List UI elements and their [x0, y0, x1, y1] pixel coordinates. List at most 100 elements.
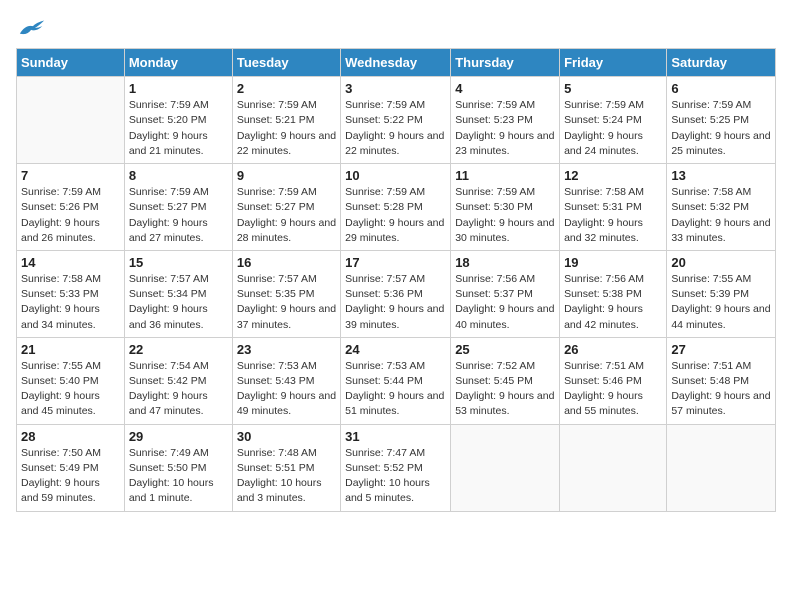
calendar-cell: 8Sunrise: 7:59 AMSunset: 5:27 PMDaylight… [124, 164, 232, 251]
weekday-header-saturday: Saturday [667, 49, 776, 77]
day-info: Sunrise: 7:58 AMSunset: 5:33 PMDaylight:… [21, 272, 120, 333]
day-number: 8 [129, 168, 228, 183]
daylight-label: Daylight: 9 hours and 37 minutes. [237, 303, 336, 330]
daylight-label: Daylight: 9 hours and 26 minutes. [21, 217, 100, 244]
sunrise-label: Sunrise: 7:53 AM [237, 360, 317, 372]
day-number: 12 [564, 168, 662, 183]
day-info: Sunrise: 7:59 AMSunset: 5:27 PMDaylight:… [129, 185, 228, 246]
sunset-label: Sunset: 5:33 PM [21, 288, 99, 300]
calendar-week-3: 14 Sunrise: 7:58 AMSunset: 5:33 PMDayligh… [17, 250, 776, 337]
sunrise-label: Sunrise: 7:59 AM [129, 99, 209, 111]
sunset-label: Sunset: 5:22 PM [345, 114, 423, 126]
calendar-week-4: 21Sunrise: 7:55 AMSunset: 5:40 PMDayligh… [17, 337, 776, 424]
day-info: Sunrise: 7:48 AMSunset: 5:51 PMDaylight:… [237, 446, 336, 507]
calendar-cell: 17Sunrise: 7:57 AMSunset: 5:36 PMDayligh… [341, 250, 451, 337]
sunrise-label: Sunrise: 7:59 AM [455, 99, 535, 111]
weekday-header-tuesday: Tuesday [232, 49, 340, 77]
calendar-cell: 9 Sunrise: 7:59 AMSunset: 5:27 PMDaylight… [232, 164, 340, 251]
sunset-label: Sunset: 5:37 PM [455, 288, 533, 300]
daylight-label: Daylight: 9 hours and 49 minutes. [237, 390, 336, 417]
sunset-label: Sunset: 5:46 PM [564, 375, 642, 387]
sunrise-label: Sunrise: 7:59 AM [21, 186, 101, 198]
sunrise-label: Sunrise: 7:55 AM [21, 360, 101, 372]
daylight-label: Daylight: 9 hours and 59 minutes. [21, 477, 100, 504]
calendar-week-1: 1Sunrise: 7:59 AMSunset: 5:20 PMDaylight… [17, 77, 776, 164]
day-info: Sunrise: 7:58 AMSunset: 5:32 PMDaylight:… [671, 185, 771, 246]
calendar-cell: 6Sunrise: 7:59 AMSunset: 5:25 PMDaylight… [667, 77, 776, 164]
daylight-label: Daylight: 9 hours and 22 minutes. [345, 130, 444, 157]
sunset-label: Sunset: 5:23 PM [455, 114, 533, 126]
day-number: 15 [129, 255, 228, 270]
day-info: Sunrise: 7:59 AMSunset: 5:22 PMDaylight:… [345, 98, 446, 159]
day-number: 19 [564, 255, 662, 270]
sunset-label: Sunset: 5:25 PM [671, 114, 749, 126]
sunrise-label: Sunrise: 7:49 AM [129, 447, 209, 459]
calendar-cell [560, 424, 667, 511]
sunset-label: Sunset: 5:39 PM [671, 288, 749, 300]
weekday-header-monday: Monday [124, 49, 232, 77]
weekday-header-wednesday: Wednesday [341, 49, 451, 77]
calendar-cell: 23Sunrise: 7:53 AMSunset: 5:43 PMDayligh… [232, 337, 340, 424]
calendar-cell: 19Sunrise: 7:56 AMSunset: 5:38 PMDayligh… [560, 250, 667, 337]
sunset-label: Sunset: 5:38 PM [564, 288, 642, 300]
daylight-label: Daylight: 9 hours and 34 minutes. [21, 303, 100, 330]
day-number: 3 [345, 81, 446, 96]
day-number: 18 [455, 255, 555, 270]
sunset-label: Sunset: 5:35 PM [237, 288, 315, 300]
logo [16, 16, 46, 40]
header [16, 16, 776, 40]
calendar-cell [667, 424, 776, 511]
day-number: 9 [237, 168, 336, 183]
daylight-label: Daylight: 9 hours and 36 minutes. [129, 303, 208, 330]
weekday-header-thursday: Thursday [451, 49, 560, 77]
daylight-label: Daylight: 9 hours and 42 minutes. [564, 303, 643, 330]
day-info: Sunrise: 7:59 AMSunset: 5:28 PMDaylight:… [345, 185, 446, 246]
day-number: 5 [564, 81, 662, 96]
calendar-cell: 15Sunrise: 7:57 AMSunset: 5:34 PMDayligh… [124, 250, 232, 337]
day-number: 6 [671, 81, 771, 96]
calendar-cell: 3 Sunrise: 7:59 AMSunset: 5:22 PMDaylight… [341, 77, 451, 164]
sunset-label: Sunset: 5:34 PM [129, 288, 207, 300]
sunset-label: Sunset: 5:31 PM [564, 201, 642, 213]
day-number: 14 [21, 255, 120, 270]
daylight-label: Daylight: 9 hours and 57 minutes. [671, 390, 770, 417]
day-number: 27 [671, 342, 771, 357]
calendar-week-5: 28Sunrise: 7:50 AMSunset: 5:49 PMDayligh… [17, 424, 776, 511]
daylight-label: Daylight: 9 hours and 33 minutes. [671, 217, 770, 244]
sunrise-label: Sunrise: 7:54 AM [129, 360, 209, 372]
sunrise-label: Sunrise: 7:57 AM [345, 273, 425, 285]
daylight-label: Daylight: 9 hours and 29 minutes. [345, 217, 444, 244]
sunset-label: Sunset: 5:21 PM [237, 114, 315, 126]
calendar-cell: 4Sunrise: 7:59 AMSunset: 5:23 PMDaylight… [451, 77, 560, 164]
calendar-cell: 16Sunrise: 7:57 AMSunset: 5:35 PMDayligh… [232, 250, 340, 337]
sunrise-label: Sunrise: 7:55 AM [671, 273, 751, 285]
calendar-cell: 5 Sunrise: 7:59 AMSunset: 5:24 PMDaylight… [560, 77, 667, 164]
sunset-label: Sunset: 5:28 PM [345, 201, 423, 213]
logo-bird-icon [18, 16, 46, 40]
sunrise-label: Sunrise: 7:59 AM [129, 186, 209, 198]
daylight-label: Daylight: 9 hours and 47 minutes. [129, 390, 208, 417]
day-info: Sunrise: 7:52 AMSunset: 5:45 PMDaylight:… [455, 359, 555, 420]
sunset-label: Sunset: 5:52 PM [345, 462, 423, 474]
calendar-week-2: 7Sunrise: 7:59 AMSunset: 5:26 PMDaylight… [17, 164, 776, 251]
daylight-label: Daylight: 10 hours and 3 minutes. [237, 477, 322, 504]
day-number: 26 [564, 342, 662, 357]
sunset-label: Sunset: 5:40 PM [21, 375, 99, 387]
day-info: Sunrise: 7:59 AMSunset: 5:27 PMDaylight:… [237, 185, 336, 246]
day-info: Sunrise: 7:59 AMSunset: 5:24 PMDaylight:… [564, 98, 662, 159]
sunset-label: Sunset: 5:48 PM [671, 375, 749, 387]
daylight-label: Daylight: 9 hours and 25 minutes. [671, 130, 770, 157]
day-info: Sunrise: 7:57 AMSunset: 5:36 PMDaylight:… [345, 272, 446, 333]
sunset-label: Sunset: 5:42 PM [129, 375, 207, 387]
calendar-cell [17, 77, 125, 164]
sunrise-label: Sunrise: 7:59 AM [455, 186, 535, 198]
day-number: 22 [129, 342, 228, 357]
day-number: 7 [21, 168, 120, 183]
day-info: Sunrise: 7:51 AMSunset: 5:46 PMDaylight:… [564, 359, 662, 420]
calendar-cell: 30Sunrise: 7:48 AMSunset: 5:51 PMDayligh… [232, 424, 340, 511]
sunrise-label: Sunrise: 7:58 AM [671, 186, 751, 198]
sunrise-label: Sunrise: 7:57 AM [237, 273, 317, 285]
sunset-label: Sunset: 5:27 PM [129, 201, 207, 213]
calendar-cell: 7Sunrise: 7:59 AMSunset: 5:26 PMDaylight… [17, 164, 125, 251]
daylight-label: Daylight: 9 hours and 28 minutes. [237, 217, 336, 244]
